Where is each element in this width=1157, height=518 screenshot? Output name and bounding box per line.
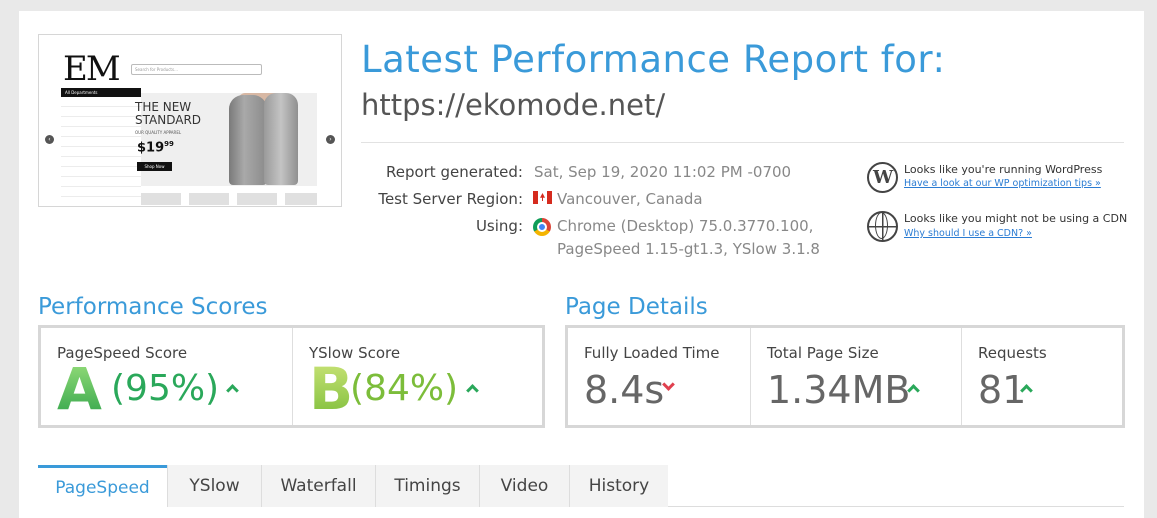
thumbnail-search: Search for Products...: [131, 64, 262, 75]
thumbnail-sidebar: [61, 97, 141, 205]
thumbnail-next-arrow-icon: ›: [326, 135, 335, 144]
fully-loaded-value: 8.4s: [584, 368, 665, 412]
trend-up-icon: [226, 384, 239, 397]
tabs-rule: [668, 506, 1124, 507]
page-size-cell: Total Page Size 1.34MB: [751, 328, 962, 425]
chrome-icon: [533, 218, 551, 236]
report-url: https://ekomode.net/: [361, 88, 666, 122]
page-details-title: Page Details: [565, 294, 708, 320]
page-size-value: 1.34MB: [767, 368, 911, 412]
report-generated-value: Sat, Sep 19, 2020 11:02 PM -0700: [534, 163, 792, 181]
tab-yslow[interactable]: YSlow: [167, 465, 261, 507]
region-value: Vancouver, Canada: [557, 190, 703, 208]
site-screenshot-thumbnail: EM Search for Products... All Department…: [38, 34, 342, 207]
tab-timings[interactable]: Timings: [375, 465, 479, 507]
thumbnail-hero-button: Shop Now: [137, 162, 172, 171]
performance-scores-title: Performance Scores: [38, 294, 268, 320]
thumbnail-hero-subtitle: OUR QUALITY APPAREL: [135, 130, 182, 135]
thumbnail-categories: All Departments: [61, 88, 141, 97]
thumbnail-logo: EM: [63, 49, 121, 89]
trend-up-icon: [466, 384, 479, 397]
pagespeed-percent: (95%): [111, 368, 220, 409]
fully-loaded-cell: Fully Loaded Time 8.4s: [568, 328, 751, 425]
thumbnail-hero-title: THE NEW STANDARD: [135, 100, 202, 127]
tab-pagespeed[interactable]: PageSpeed: [38, 465, 167, 507]
pagespeed-score-cell: PageSpeed Score A (95%): [41, 328, 293, 425]
yslow-score-cell: YSlow Score B (84%): [293, 328, 542, 425]
requests-label: Requests: [978, 344, 1047, 362]
thumbnail-hero-leg-right: [264, 93, 298, 185]
pagespeed-grade: A: [57, 355, 102, 423]
using-value-versions: PageSpeed 1.15-gt1.3, YSlow 3.1.8: [557, 240, 820, 258]
page-size-label: Total Page Size: [767, 344, 879, 362]
canada-flag-icon: [533, 191, 552, 204]
yslow-grade: B: [309, 355, 354, 423]
thumbnail-price-dollars: $19: [137, 140, 165, 156]
wordpress-tip-link[interactable]: Have a look at our WP optimization tips …: [904, 178, 1101, 189]
using-value-browser: Chrome (Desktop) 75.0.3770.100,: [557, 217, 814, 235]
cdn-tip-text: Looks like you might not be using a CDN: [904, 212, 1128, 225]
globe-icon: [867, 211, 898, 242]
tab-history[interactable]: History: [569, 465, 668, 507]
report-generated-label: Report generated:: [385, 163, 523, 181]
wordpress-tip-text: Looks like you're running WordPress: [904, 163, 1103, 176]
thumbnail-product-strip: [141, 193, 317, 205]
thumbnail-prev-arrow-icon: ‹: [45, 135, 54, 144]
performance-scores-panel: PageSpeed Score A (95%) YSlow Score B (8…: [38, 325, 545, 428]
tab-video[interactable]: Video: [479, 465, 569, 507]
wordpress-icon: [867, 162, 898, 193]
fully-loaded-label: Fully Loaded Time: [584, 344, 720, 362]
thumbnail-hero-leg-left: [229, 95, 267, 185]
using-label: Using:: [475, 217, 523, 235]
requests-cell: Requests 81: [962, 328, 1122, 425]
tab-waterfall[interactable]: Waterfall: [261, 465, 375, 507]
divider: [361, 142, 1124, 143]
region-label: Test Server Region:: [378, 190, 523, 208]
report-tabs: PageSpeed YSlow Waterfall Timings Video …: [38, 465, 668, 507]
thumbnail-price-cents: 99: [164, 140, 174, 148]
cdn-tip-link[interactable]: Why should I use a CDN? »: [904, 228, 1032, 239]
thumbnail-hero-price: $1999: [137, 140, 174, 155]
page-title: Latest Performance Report for:: [361, 38, 946, 81]
page-details-panel: Fully Loaded Time 8.4s Total Page Size 1…: [565, 325, 1125, 428]
yslow-percent: (84%): [350, 368, 459, 409]
